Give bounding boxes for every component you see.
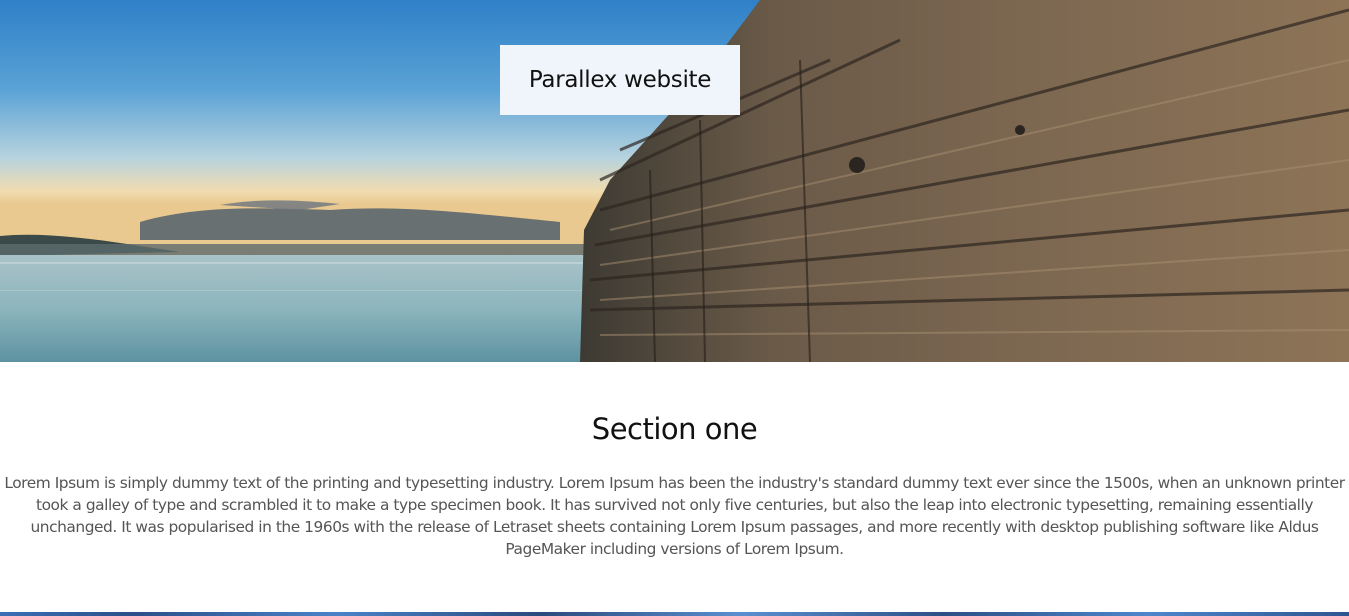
section-heading: Section one [591,412,758,446]
section-one: Section one Lorem Ipsum is simply dummy … [0,362,1349,612]
site-title-box: Parallex website [500,45,740,115]
hero-section: Parallex website [0,0,1349,362]
next-section-image [0,612,1349,616]
site-title: Parallex website [528,67,712,93]
section-body-text: Lorem Ipsum is simply dummy text of the … [4,474,1345,558]
